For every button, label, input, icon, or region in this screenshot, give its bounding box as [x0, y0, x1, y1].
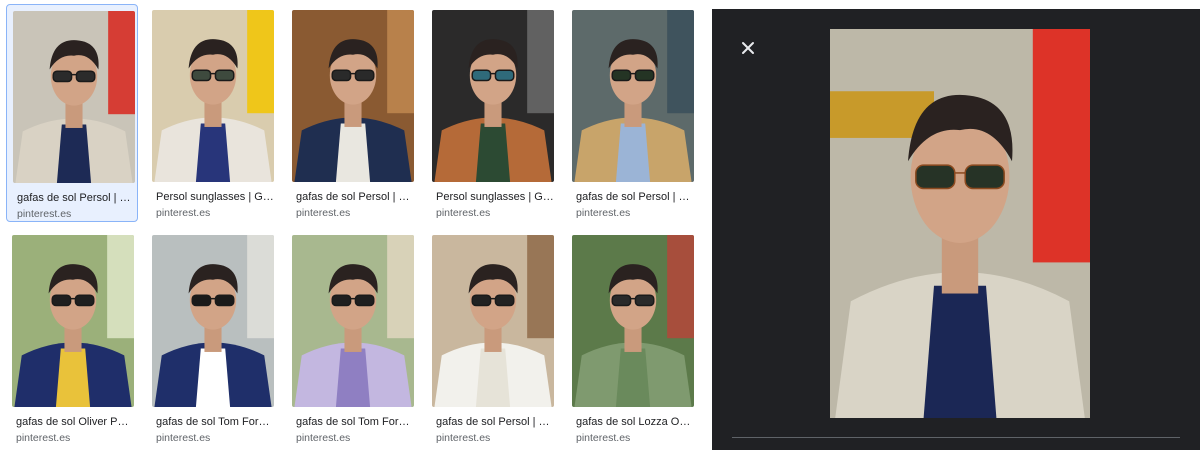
image-result-card[interactable]: Persol sunglasses | Gaf… pinterest.es — [146, 4, 278, 222]
image-result-card[interactable]: gafas de sol Persol | G… pinterest.es — [566, 4, 698, 222]
result-title[interactable]: gafas de sol Tom Ford |… — [296, 415, 414, 429]
result-thumbnail[interactable] — [292, 235, 414, 407]
image-result-card[interactable]: gafas de sol Persol | G… pinterest.es — [426, 229, 558, 447]
photo-person-sunglasses — [830, 29, 1090, 418]
viewer-divider — [732, 437, 1180, 438]
close-icon — [742, 42, 754, 54]
image-preview-panel — [712, 9, 1200, 450]
photo-person-sunglasses — [292, 235, 414, 407]
result-source: pinterest.es — [156, 432, 211, 444]
result-title[interactable]: gafas de sol Persol | G… — [576, 190, 694, 204]
result-source: pinterest.es — [17, 208, 72, 220]
result-source: pinterest.es — [296, 207, 351, 219]
result-thumbnail[interactable] — [152, 235, 274, 407]
photo-person-sunglasses — [432, 235, 554, 407]
image-result-card[interactable]: gafas de sol Lozza Occ… pinterest.es — [566, 229, 698, 447]
result-title[interactable]: Persol sunglasses | Gaf… — [156, 190, 274, 204]
photo-person-sunglasses — [572, 235, 694, 407]
result-title[interactable]: gafas de sol Persol | G… — [436, 415, 554, 429]
result-thumbnail[interactable] — [152, 10, 274, 182]
result-source: pinterest.es — [296, 432, 351, 444]
image-result-card[interactable]: Persol sunglasses | Gaf… pinterest.es — [426, 4, 558, 222]
result-thumbnail[interactable] — [432, 235, 554, 407]
photo-person-sunglasses — [12, 235, 134, 407]
image-result-card[interactable]: gafas de sol Persol | G… pinterest.es — [6, 4, 138, 222]
result-title[interactable]: gafas de sol Persol | G… — [296, 190, 414, 204]
result-thumbnail[interactable] — [572, 10, 694, 182]
result-thumbnail[interactable] — [292, 10, 414, 182]
result-source: pinterest.es — [156, 207, 211, 219]
preview-image[interactable] — [830, 29, 1090, 418]
photo-person-sunglasses — [152, 10, 274, 182]
result-title[interactable]: gafas de sol Persol | G… — [17, 191, 135, 205]
image-results-grid: gafas de sol Persol | G… pinterest.es Per… — [0, 0, 712, 450]
result-source: pinterest.es — [576, 432, 631, 444]
image-result-card[interactable]: gafas de sol Tom Ford |… pinterest.es — [146, 229, 278, 447]
photo-person-sunglasses — [13, 11, 135, 183]
result-thumbnail[interactable] — [12, 235, 134, 407]
result-source: pinterest.es — [576, 207, 631, 219]
result-thumbnail[interactable] — [572, 235, 694, 407]
result-source: pinterest.es — [436, 432, 491, 444]
image-result-card[interactable]: gafas de sol Tom Ford |… pinterest.es — [286, 229, 418, 447]
result-thumbnail[interactable] — [13, 11, 135, 183]
photo-person-sunglasses — [152, 235, 274, 407]
result-source: pinterest.es — [436, 207, 491, 219]
photo-person-sunglasses — [292, 10, 414, 182]
photo-person-sunglasses — [432, 10, 554, 182]
result-title[interactable]: gafas de sol Oliver Peo… — [16, 415, 134, 429]
result-title[interactable]: gafas de sol Lozza Occ… — [576, 415, 694, 429]
result-thumbnail[interactable] — [432, 10, 554, 182]
image-result-card[interactable]: gafas de sol Persol | G… pinterest.es — [286, 4, 418, 222]
result-title[interactable]: Persol sunglasses | Gaf… — [436, 190, 554, 204]
result-source: pinterest.es — [16, 432, 71, 444]
image-result-card[interactable]: gafas de sol Oliver Peo… pinterest.es — [6, 229, 138, 447]
result-title[interactable]: gafas de sol Tom Ford |… — [156, 415, 274, 429]
close-button[interactable] — [736, 36, 760, 60]
photo-person-sunglasses — [572, 10, 694, 182]
